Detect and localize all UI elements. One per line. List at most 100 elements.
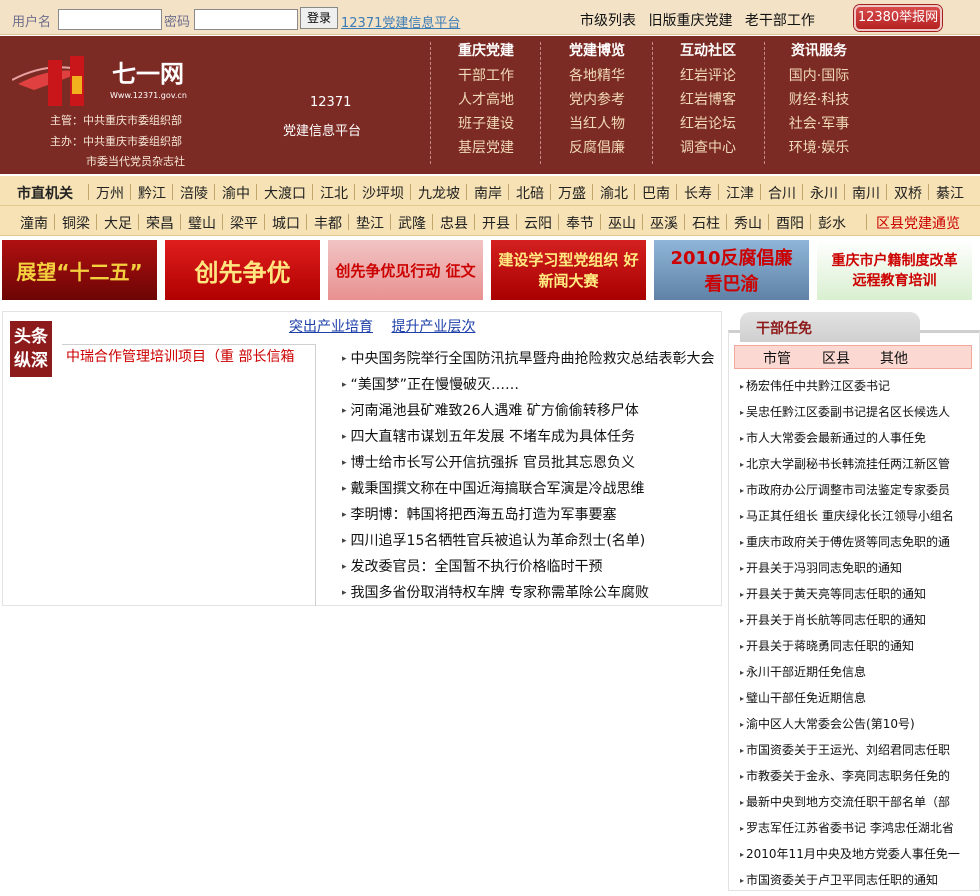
district-link[interactable]: 武隆 bbox=[398, 213, 426, 233]
district-link[interactable]: 巴南 bbox=[642, 183, 670, 203]
cadre-item[interactable]: 开县关于蒋晓勇同志任职的通知 bbox=[740, 636, 960, 662]
nav-item[interactable]: 反腐倡廉 bbox=[547, 138, 647, 162]
district-link[interactable]: 江北 bbox=[320, 183, 348, 203]
nav-item[interactable]: 当红人物 bbox=[547, 114, 647, 138]
banner-essay[interactable]: 创先争优见行动 征文 bbox=[328, 240, 483, 300]
nav-item[interactable]: 社会·军事 bbox=[769, 114, 869, 138]
district-link[interactable]: 秀山 bbox=[734, 213, 762, 233]
nav-item[interactable]: 干部工作 bbox=[436, 66, 536, 90]
platform-name[interactable]: 党建信息平台 bbox=[283, 120, 361, 139]
district-link[interactable]: 潼南 bbox=[20, 213, 48, 233]
cadre-item[interactable]: 杨宏伟任中共黔江区委书记 bbox=[740, 376, 960, 402]
login-button[interactable]: 登录 bbox=[300, 7, 338, 29]
district-link[interactable]: 黔江 bbox=[138, 183, 166, 203]
district-link[interactable]: 梁平 bbox=[230, 213, 258, 233]
cadre-item[interactable]: 市人大常委会最新通过的人事任免 bbox=[740, 428, 960, 454]
district-link[interactable]: 酉阳 bbox=[776, 213, 804, 233]
nav-item[interactable]: 人才高地 bbox=[436, 90, 536, 114]
cadre-item[interactable]: 市国资委关于卢卫平同志任职的通知 bbox=[740, 870, 960, 896]
cadre-item[interactable]: 永川干部近期任免信息 bbox=[740, 662, 960, 688]
nav-heading[interactable]: 资讯服务 bbox=[769, 42, 869, 66]
cadre-item[interactable]: 马正其任组长 重庆绿化长江领导小组名 bbox=[740, 506, 960, 532]
cadre-item[interactable]: 开县关于肖长航等同志任职的通知 bbox=[740, 610, 960, 636]
district-link[interactable]: 彭水 bbox=[818, 213, 846, 233]
district-link[interactable]: 铜梁 bbox=[62, 213, 90, 233]
headline-link[interactable]: 突出产业培育 bbox=[289, 319, 373, 335]
district-link[interactable]: 合川 bbox=[768, 183, 796, 203]
district-link[interactable]: 九龙坡 bbox=[418, 183, 460, 203]
nav-item[interactable]: 红岩博客 bbox=[658, 90, 758, 114]
cadre-item[interactable]: 吴忠任黔江区委副书记提名区长候选人 bbox=[740, 402, 960, 428]
news-item[interactable]: 我国多省份取消特权车牌 专家称需革除公车腐败 bbox=[342, 582, 720, 608]
nav-item[interactable]: 调查中心 bbox=[658, 138, 758, 162]
cadre-item[interactable]: 重庆市政府关于傅佐贤等同志免职的通 bbox=[740, 532, 960, 558]
cadre-item[interactable]: 开县关于冯羽同志免职的通知 bbox=[740, 558, 960, 584]
district-link[interactable]: 长寿 bbox=[684, 183, 712, 203]
platform-number[interactable]: 12371 bbox=[310, 95, 351, 110]
password-input[interactable] bbox=[194, 9, 298, 30]
news-item[interactable]: 四大直辖市谋划五年发展 不堵车成为具体任务 bbox=[342, 426, 720, 452]
platform-link[interactable]: 12371党建信息平台 bbox=[341, 12, 460, 31]
cadre-item[interactable]: 璧山干部任免近期信息 bbox=[740, 688, 960, 714]
nav-item[interactable]: 党内参考 bbox=[547, 90, 647, 114]
district-link[interactable]: 石柱 bbox=[692, 213, 720, 233]
nav-heading[interactable]: 重庆党建 bbox=[436, 42, 536, 66]
cadre-item[interactable]: 市教委关于金永、李亮同志职务任免的 bbox=[740, 766, 960, 792]
headline-link[interactable]: 提升产业层次 bbox=[391, 319, 475, 335]
top-link-city-list[interactable]: 市级列表 bbox=[580, 13, 636, 29]
district-link[interactable]: 忠县 bbox=[440, 213, 468, 233]
cadre-item[interactable]: 开县关于黄天亮等同志任职的通知 bbox=[740, 584, 960, 610]
district-link[interactable]: 奉节 bbox=[566, 213, 594, 233]
district-link[interactable]: 巫山 bbox=[608, 213, 636, 233]
district-link[interactable]: 南岸 bbox=[474, 183, 502, 203]
nav-item[interactable]: 红岩评论 bbox=[658, 66, 758, 90]
news-item[interactable]: 李明博：韩国将把西海五岛打造为军事要塞 bbox=[342, 504, 720, 530]
top-link-old-version[interactable]: 旧版重庆党建 bbox=[648, 13, 732, 29]
district-link[interactable]: 涪陵 bbox=[180, 183, 208, 203]
district-link[interactable]: 开县 bbox=[482, 213, 510, 233]
nav-item[interactable]: 各地精华 bbox=[547, 66, 647, 90]
news-item[interactable]: 戴秉国撰文称在中国近海搞联合军演是冷战思维 bbox=[342, 478, 720, 504]
nav-item[interactable]: 财经·科技 bbox=[769, 90, 869, 114]
cadre-item[interactable]: 罗志军任江苏省委书记 李鸿忠任湖北省 bbox=[740, 818, 960, 844]
nav-item[interactable]: 国内·国际 bbox=[769, 66, 869, 90]
report-button[interactable]: 12380举报网 bbox=[854, 5, 942, 31]
nav-item[interactable]: 基层党建 bbox=[436, 138, 536, 162]
district-link[interactable]: 市直机关 bbox=[17, 183, 73, 203]
cadre-item[interactable]: 市国资委关于王运光、刘绍君同志任职 bbox=[740, 740, 960, 766]
district-link[interactable]: 丰都 bbox=[314, 213, 342, 233]
district-link[interactable]: 云阳 bbox=[524, 213, 552, 233]
banner-anticorruption[interactable]: 2010反腐倡廉 看巴渝 bbox=[654, 240, 809, 300]
district-link[interactable]: 渝中 bbox=[222, 183, 250, 203]
district-link[interactable]: 城口 bbox=[272, 213, 300, 233]
nav-heading[interactable]: 党建博览 bbox=[547, 42, 647, 66]
district-link[interactable]: 永川 bbox=[810, 183, 838, 203]
banner-household-reform[interactable]: 重庆市户籍制度改革 远程教育培训 bbox=[817, 240, 972, 300]
subtab-other[interactable]: 其他 bbox=[880, 348, 908, 368]
district-link[interactable]: 江津 bbox=[726, 183, 754, 203]
district-link[interactable]: 大足 bbox=[104, 213, 132, 233]
news-item[interactable]: 河南渑池县矿难致26人遇难 矿方偷偷转移尸体 bbox=[342, 400, 720, 426]
cadre-item[interactable]: 北京大学副秘书长韩流挂任两江新区管 bbox=[740, 454, 960, 480]
district-link[interactable]: 綦江 bbox=[936, 183, 964, 203]
cadre-tab[interactable]: 干部任免 bbox=[740, 312, 920, 342]
banner-learning-party[interactable]: 建设学习型党组织 好新闻大赛 bbox=[491, 240, 646, 300]
cadre-item[interactable]: 最新中央到地方交流任职干部名单（部 bbox=[740, 792, 960, 818]
district-link[interactable]: 万盛 bbox=[558, 183, 586, 203]
nav-heading[interactable]: 互动社区 bbox=[658, 42, 758, 66]
news-item[interactable]: 中央国务院举行全国防汛抗旱暨舟曲抢险救灾总结表彰大会 bbox=[342, 348, 720, 374]
district-link[interactable]: 垫江 bbox=[356, 213, 384, 233]
subtab-district[interactable]: 区县 bbox=[822, 348, 850, 368]
nav-item[interactable]: 班子建设 bbox=[436, 114, 536, 138]
district-link[interactable]: 渝北 bbox=[600, 183, 628, 203]
site-logo[interactable]: 七一网 Www.12371.gov.cn bbox=[12, 46, 212, 116]
news-item[interactable]: 四川追孚15名牺牲官兵被追认为革命烈士(名单) bbox=[342, 530, 720, 556]
news-item[interactable]: 博士给市长写公开信抗强拆 官员批其忘恩负义 bbox=[342, 452, 720, 478]
nav-item[interactable]: 环境·娱乐 bbox=[769, 138, 869, 162]
district-link[interactable]: 南川 bbox=[852, 183, 880, 203]
banner-excellence[interactable]: 创先争优 bbox=[165, 240, 320, 300]
district-link[interactable]: 区县党建通览 bbox=[876, 213, 960, 233]
district-link[interactable]: 北碚 bbox=[516, 183, 544, 203]
cadre-item[interactable]: 渝中区人大常委会公告(第10号) bbox=[740, 714, 960, 740]
district-link[interactable]: 璧山 bbox=[188, 213, 216, 233]
